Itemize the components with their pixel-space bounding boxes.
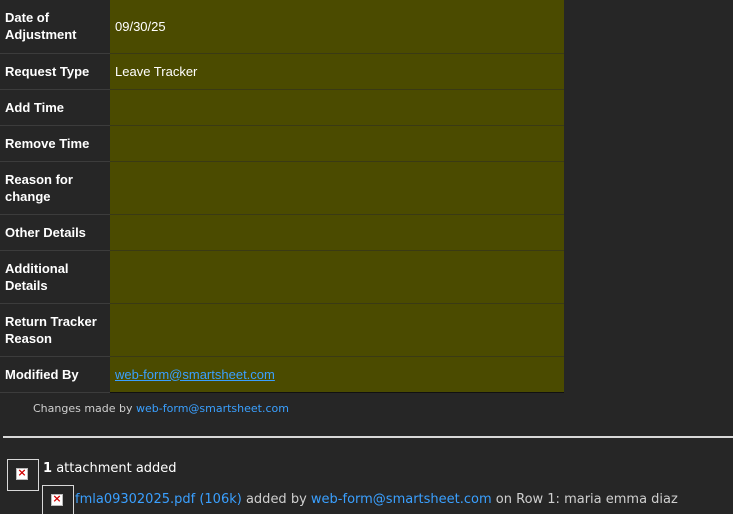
field-row-request-type: Request Type Leave Tracker xyxy=(0,53,564,90)
field-row-return-tracker-reason: Return Tracker Reason xyxy=(0,303,564,357)
field-label: Other Details xyxy=(0,214,110,251)
field-value: Leave Tracker xyxy=(110,53,564,90)
field-value xyxy=(110,89,564,126)
field-label: Request Type xyxy=(0,53,110,90)
attachment-count: 1 xyxy=(43,461,53,476)
changes-author-link[interactable]: web-form@smartsheet.com xyxy=(136,402,289,415)
changes-prefix: Changes made by xyxy=(33,402,133,415)
field-row-modified-by: Modified By web-form@smartsheet.com xyxy=(0,356,564,393)
field-value: 09/30/25 xyxy=(110,0,564,54)
changes-made-by: Changes made by web-form@smartsheet.com xyxy=(33,402,289,415)
field-value xyxy=(110,303,564,357)
field-row-date-of-adjustment: Date of Adjustment 09/30/25 xyxy=(0,0,564,54)
field-row-reason-for-change: Reason for change xyxy=(0,161,564,215)
field-label: Date of Adjustment xyxy=(0,0,110,54)
modified-by-link[interactable]: web-form@smartsheet.com xyxy=(115,367,275,382)
attachment-thumbnail[interactable]: × xyxy=(7,459,39,491)
attachment-summary: 1 attachment added xyxy=(43,461,177,476)
field-value xyxy=(110,250,564,304)
attachment-file-thumbnail[interactable]: × xyxy=(42,485,74,514)
field-label: Additional Details xyxy=(0,250,110,304)
field-label: Remove Time xyxy=(0,125,110,162)
field-label: Return Tracker Reason xyxy=(0,303,110,357)
attachment-summary-text: attachment added xyxy=(56,461,177,476)
added-by-link[interactable]: web-form@smartsheet.com xyxy=(311,492,492,507)
field-value xyxy=(110,125,564,162)
field-label: Modified By xyxy=(0,356,110,393)
broken-image-icon: × xyxy=(16,466,28,480)
attachment-row-text: on Row 1: maria emma diaz xyxy=(495,492,678,507)
added-by-text: added by xyxy=(245,492,307,507)
broken-image-icon: × xyxy=(51,492,63,506)
field-value xyxy=(110,161,564,215)
notification-page: Date of Adjustment 09/30/25 Request Type… xyxy=(0,0,733,514)
attachment-detail: fmla09302025.pdf (106k) added by web-for… xyxy=(75,492,678,507)
field-row-additional-details: Additional Details xyxy=(0,250,564,304)
field-row-remove-time: Remove Time xyxy=(0,125,564,162)
field-row-add-time: Add Time xyxy=(0,89,564,126)
attachment-file-link[interactable]: fmla09302025.pdf (106k) xyxy=(75,492,242,507)
field-label: Reason for change xyxy=(0,161,110,215)
field-value: web-form@smartsheet.com xyxy=(110,356,564,393)
divider xyxy=(3,436,733,438)
field-label: Add Time xyxy=(0,89,110,126)
field-row-other-details: Other Details xyxy=(0,214,564,251)
field-value xyxy=(110,214,564,251)
field-table: Date of Adjustment 09/30/25 Request Type… xyxy=(0,0,564,393)
